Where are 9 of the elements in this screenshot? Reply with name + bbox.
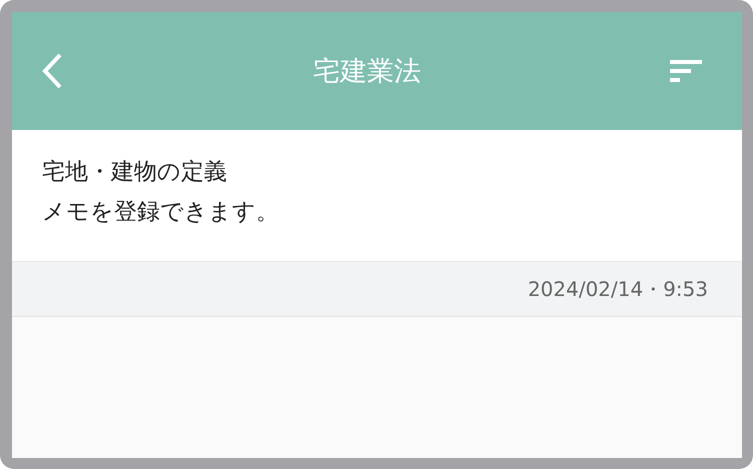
header-title: 宅建業法 <box>313 55 421 89</box>
memo-title: 宅地・建物の定義 <box>42 158 228 186</box>
memo-timestamp: 2024/02/14・9:53 <box>528 276 708 302</box>
back-button[interactable] <box>40 53 64 89</box>
back-icon <box>40 53 64 89</box>
memo-body: メモを登録できます。 <box>42 198 280 226</box>
memo-card[interactable]: 宅地・建物の定義 メモを登録できます。 <box>12 130 742 262</box>
sort-icon <box>670 60 702 82</box>
sort-button[interactable] <box>670 60 702 82</box>
